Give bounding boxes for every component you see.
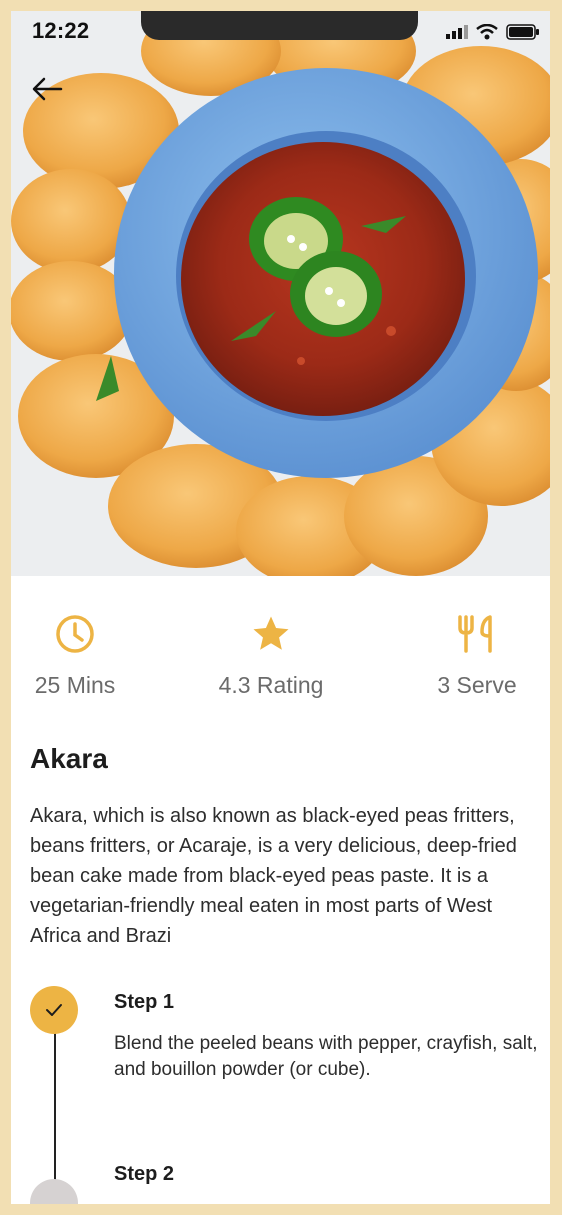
- step-2-indicator[interactable]: [30, 1179, 78, 1204]
- recipe-stats: 25 Mins 4.3 Rating 3 Serve: [11, 611, 550, 711]
- step-1-text: Blend the peeled beans with pepper, cray…: [114, 1033, 538, 1080]
- clock-icon: [56, 615, 94, 653]
- phone-screen: 12:22 25 Mins 4.3 Rating 3 Serve Akara A…: [11, 11, 550, 1204]
- stat-rating: 4.3 Rating: [191, 611, 351, 699]
- back-button[interactable]: [29, 73, 69, 105]
- stat-serve: 3 Serve: [397, 611, 550, 699]
- status-icons: [446, 23, 540, 41]
- stat-rating-label: 4.3 Rating: [218, 672, 324, 698]
- stat-time-label: 25 Mins: [34, 672, 116, 698]
- notch: [141, 11, 418, 40]
- step-2-title: Step 2: [114, 1163, 175, 1185]
- akara-photo-illustration: [11, 11, 550, 576]
- battery-icon: [506, 24, 539, 40]
- check-icon: [46, 1004, 62, 1016]
- signal-icon: [446, 25, 468, 39]
- stat-time: 25 Mins: [11, 611, 155, 699]
- steps-timeline-line: [54, 1026, 56, 1196]
- status-time: 12:22: [32, 18, 90, 43]
- step-1-title: Step 1: [114, 991, 175, 1013]
- recipe-title: Akara: [30, 743, 108, 774]
- star-icon: [253, 616, 289, 650]
- arrow-left-icon: [32, 77, 63, 101]
- wifi-icon: [476, 24, 498, 40]
- recipe-description: Akara, which is also known as black-eyed…: [30, 805, 517, 947]
- stat-serve-label: 3 Serve: [437, 672, 517, 698]
- step-1-complete-indicator[interactable]: [30, 986, 78, 1034]
- cutlery-icon: [458, 615, 492, 653]
- status-bar: 12:22: [11, 11, 550, 55]
- recipe-hero-image: [11, 11, 550, 576]
